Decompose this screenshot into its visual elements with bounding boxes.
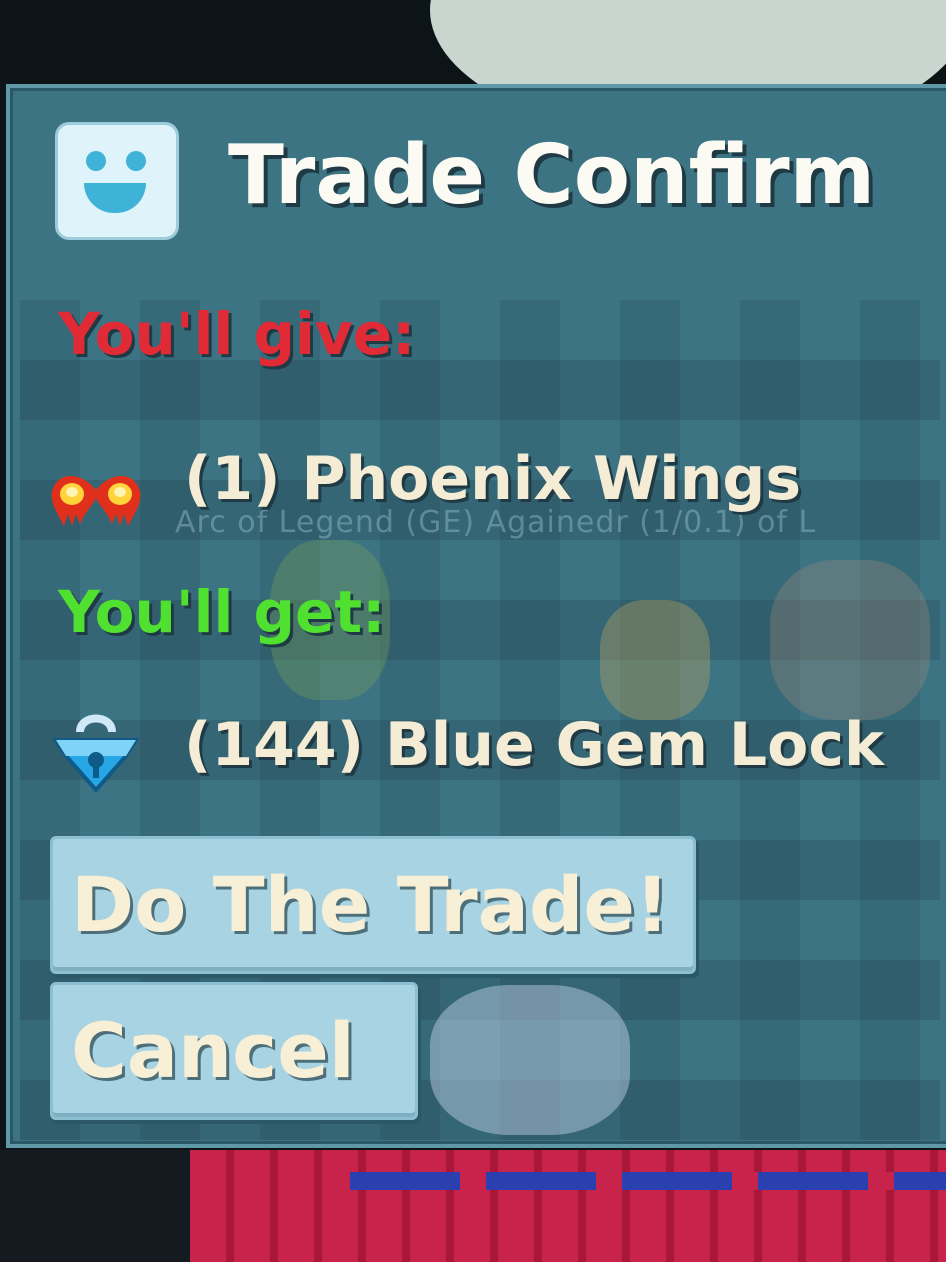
background-player-sprite <box>430 985 630 1135</box>
background-player-sprite <box>600 600 710 720</box>
smiley-eye-left <box>86 151 106 171</box>
smiley-eye-right <box>126 151 146 171</box>
get-item-text: (144) Blue Gem Lock <box>184 710 884 780</box>
phoenix-wings-icon <box>51 475 141 526</box>
background-floor-trim <box>350 1172 946 1190</box>
give-label: You'll give: <box>58 300 416 368</box>
get-label: You'll get: <box>58 578 386 646</box>
dialog-title: Trade Confirm <box>228 128 876 223</box>
cancel-button[interactable]: Cancel <box>50 982 418 1120</box>
give-item-text: (1) Phoenix Wings <box>184 444 802 514</box>
smiley-mouth <box>84 183 146 213</box>
blue-gem-lock-icon <box>52 714 140 794</box>
do-the-trade-button[interactable]: Do The Trade! <box>50 836 696 974</box>
background-player-sprite <box>770 560 930 720</box>
background-floor-blocks <box>190 1150 946 1262</box>
smiley-face-icon <box>55 122 179 240</box>
background-dark-block <box>0 1150 200 1262</box>
